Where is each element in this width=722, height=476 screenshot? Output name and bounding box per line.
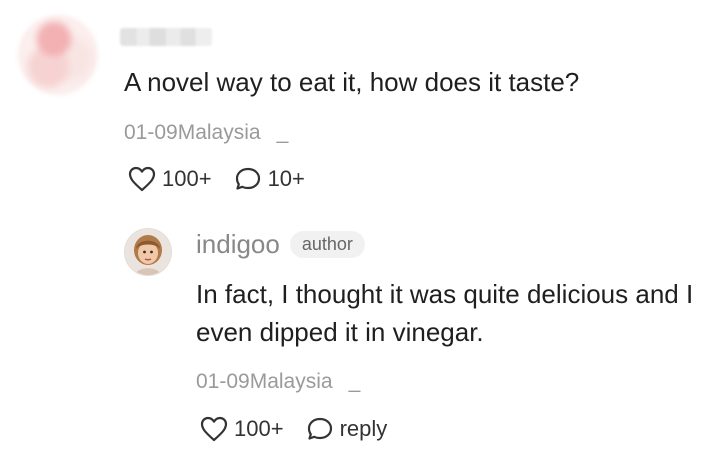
heart-icon — [128, 166, 156, 192]
comment-meta: 01-09Malaysia _ — [124, 121, 288, 145]
reply-button-label: reply — [339, 416, 388, 441]
comment-actions: 100+ 10+ — [128, 166, 305, 192]
comment-like-button[interactable]: 100+ — [128, 166, 212, 192]
reply-button[interactable]: reply — [306, 416, 388, 442]
author-badge: author — [289, 231, 365, 258]
comment-more-button[interactable]: _ — [277, 121, 289, 144]
comment-date-location: 01-09Malaysia — [124, 121, 261, 144]
reply-meta: 01-09Malaysia _ — [196, 370, 360, 394]
child-portrait-icon — [125, 229, 171, 275]
reply-header: indigoo author — [196, 229, 365, 260]
commenter-avatar[interactable] — [18, 15, 98, 95]
reply-actions: 100+ reply — [200, 416, 387, 442]
reply-more-button[interactable]: _ — [349, 370, 361, 393]
comment-reply-count-button[interactable]: 10+ — [234, 166, 305, 192]
comment-bubble-icon — [235, 167, 260, 190]
comment-bubble-icon — [307, 417, 332, 440]
reply-text: In fact, I thought it was quite deliciou… — [196, 279, 694, 347]
reply-like-button[interactable]: 100+ — [200, 416, 284, 442]
comment-reply-count: 10+ — [267, 166, 305, 191]
reply-date-location: 01-09Malaysia — [196, 370, 333, 393]
reply-avatar[interactable] — [124, 228, 172, 276]
heart-icon — [200, 416, 228, 442]
reply-like-count: 100+ — [234, 416, 284, 441]
comment-like-count: 100+ — [162, 166, 212, 191]
reply-username[interactable]: indigoo — [196, 229, 280, 260]
comment-text: A novel way to eat it, how does it taste… — [124, 67, 580, 97]
commenter-username-blurred[interactable] — [120, 28, 212, 46]
